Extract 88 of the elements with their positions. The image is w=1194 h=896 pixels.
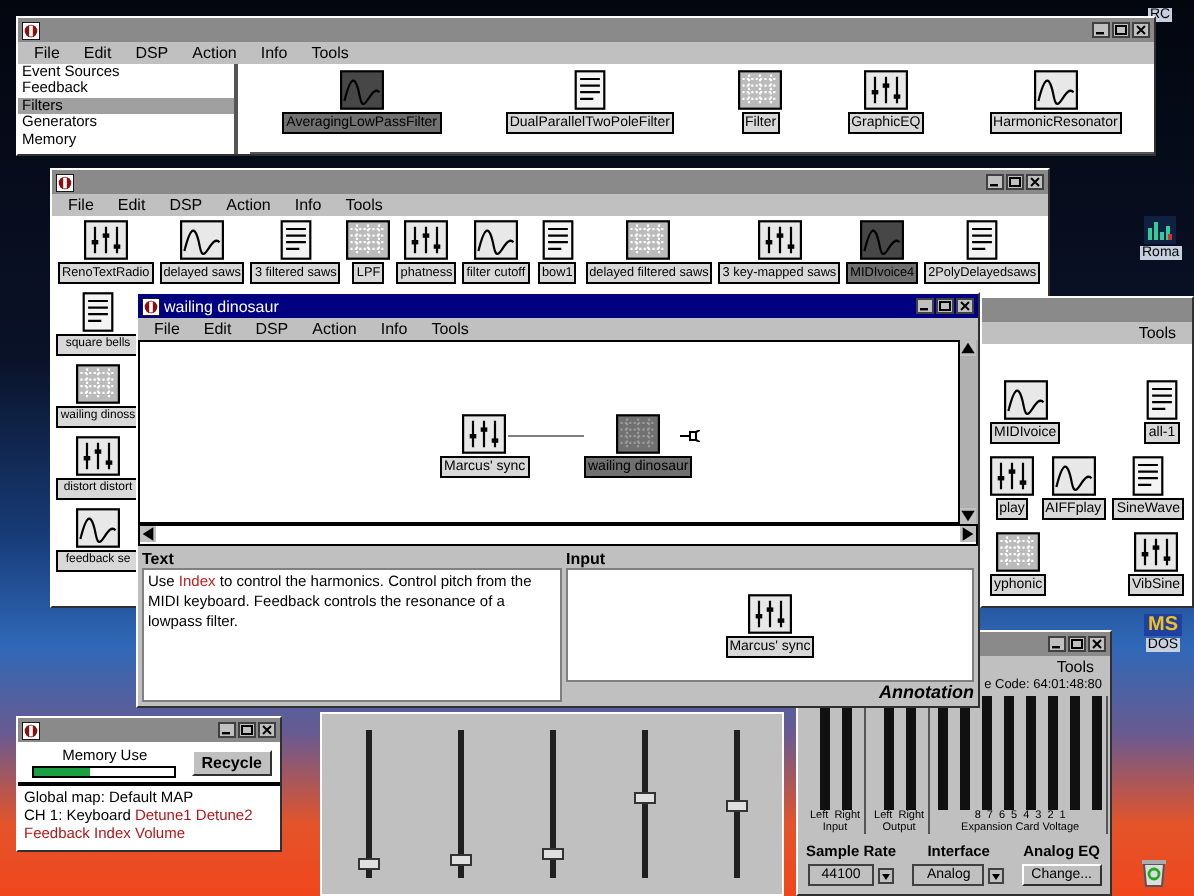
- panel-heading: Input: [566, 550, 608, 568]
- maximize-icon[interactable]: [238, 722, 256, 738]
- app-icon: [56, 173, 74, 191]
- menu-item[interactable]: Tools: [1056, 658, 1094, 676]
- close-icon[interactable]: [1132, 22, 1150, 38]
- app-icon: [142, 297, 160, 315]
- slider-thumb[interactable]: [541, 848, 563, 861]
- grid-icon: [76, 364, 120, 404]
- slider-thumb[interactable]: [725, 799, 747, 812]
- minimize-icon[interactable]: [916, 298, 934, 314]
- menu-item[interactable]: Info: [260, 44, 288, 62]
- grid-icon: [616, 414, 661, 454]
- menu-item[interactable]: Info: [294, 196, 322, 214]
- menu-item[interactable]: Edit: [83, 44, 112, 62]
- minimize-icon[interactable]: [1092, 22, 1110, 38]
- grid-icon: [996, 532, 1041, 572]
- fader-icon: [748, 593, 792, 633]
- graph-icon: [180, 220, 225, 260]
- maximize-icon[interactable]: [1112, 22, 1130, 38]
- fader-icon: [863, 70, 908, 110]
- dropdown-arrow-icon[interactable]: [878, 867, 895, 883]
- recycle-bin-icon[interactable]: [1140, 856, 1168, 888]
- connector-line: [508, 434, 584, 438]
- menu-item[interactable]: DSP: [255, 320, 289, 338]
- panel-heading: Text: [142, 550, 176, 568]
- fader-icon: [990, 456, 1034, 496]
- fader-icon: [757, 220, 802, 260]
- output-jack-icon: [680, 430, 700, 442]
- menu-item[interactable]: File: [68, 196, 94, 214]
- app-icon: [22, 21, 40, 39]
- scrollbar[interactable]: [138, 524, 978, 546]
- close-icon[interactable]: [258, 722, 276, 738]
- meter-bar: [1026, 696, 1037, 810]
- menu-item[interactable]: DSP: [169, 196, 203, 214]
- slider-thumb[interactable]: [449, 854, 471, 867]
- minimize-icon[interactable]: [1048, 636, 1066, 652]
- menu-item[interactable]: Tools: [1138, 324, 1176, 342]
- menu-item[interactable]: Action: [312, 320, 357, 338]
- fader-icon: [76, 436, 120, 476]
- maximize-icon[interactable]: [1068, 636, 1086, 652]
- scroll-arrow-icon[interactable]: [960, 508, 976, 524]
- meter-bar: [1048, 696, 1059, 810]
- window-title: wailing dinosaur: [164, 297, 279, 315]
- menu-item[interactable]: Action: [226, 196, 271, 214]
- close-icon[interactable]: [956, 298, 974, 314]
- close-icon[interactable]: [1026, 174, 1044, 190]
- dropdown-arrow-icon[interactable]: [988, 867, 1005, 883]
- recycle-button[interactable]: Recycle: [191, 749, 272, 775]
- menu-item[interactable]: Edit: [117, 196, 146, 214]
- scroll-arrow-icon[interactable]: [140, 526, 156, 542]
- fader-icon: [83, 220, 128, 260]
- slider-thumb[interactable]: [633, 792, 655, 804]
- graph-icon: [1003, 380, 1048, 420]
- menu-item[interactable]: File: [34, 44, 60, 62]
- meter-bar: [1004, 696, 1015, 810]
- graph-icon: [1051, 456, 1096, 496]
- close-icon[interactable]: [1088, 636, 1106, 652]
- graph-icon: [1033, 70, 1078, 110]
- maximize-icon[interactable]: [1006, 174, 1024, 190]
- menu-item[interactable]: Tools: [431, 320, 469, 338]
- menu-item[interactable]: Info: [380, 320, 408, 338]
- menu-item[interactable]: File: [154, 320, 180, 338]
- menu-item[interactable]: Tools: [345, 196, 383, 214]
- graph-icon: [76, 508, 120, 548]
- scroll-arrow-icon[interactable]: [960, 526, 976, 542]
- slider-thumb[interactable]: [357, 858, 379, 871]
- meter-bar: [1092, 696, 1103, 810]
- menu-item[interactable]: Tools: [311, 44, 349, 62]
- scroll-arrow-icon[interactable]: [960, 340, 976, 356]
- menu-item[interactable]: Edit: [203, 320, 232, 338]
- graph-icon: [473, 220, 518, 260]
- fader-icon: [404, 220, 449, 260]
- minimize-icon[interactable]: [986, 174, 1004, 190]
- meter-bar: [982, 696, 993, 810]
- minimize-icon[interactable]: [218, 722, 236, 738]
- fader-icon: [1133, 532, 1178, 572]
- maximize-icon[interactable]: [936, 298, 954, 314]
- meter-bar: [1070, 696, 1081, 810]
- grid-icon: [738, 70, 783, 110]
- chart-icon[interactable]: [1144, 216, 1177, 244]
- logo-text[interactable]: MS: [1144, 614, 1182, 636]
- graph-icon: [339, 70, 384, 110]
- menu-item[interactable]: DSP: [135, 44, 169, 62]
- menu-item[interactable]: Action: [192, 44, 237, 62]
- graph-icon: [860, 220, 905, 260]
- fader-icon: [462, 414, 507, 454]
- annotation-label: Annotation: [879, 682, 974, 702]
- scrollbar[interactable]: [960, 340, 978, 524]
